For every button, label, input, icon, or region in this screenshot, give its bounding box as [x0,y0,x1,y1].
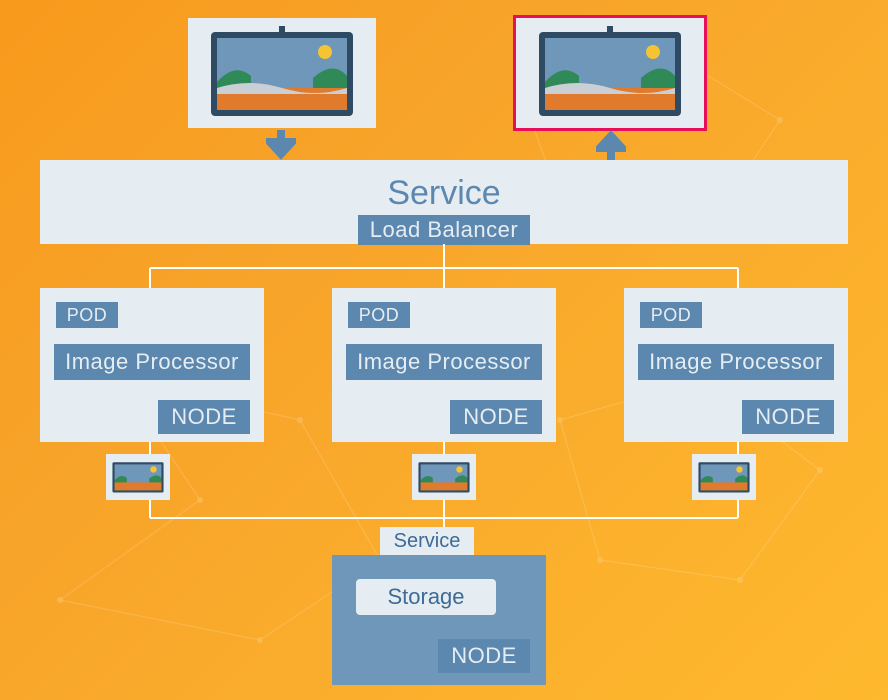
image-processor-label: Image Processor [638,344,834,380]
pod-tag: POD [56,302,118,328]
pod-card-3: POD Image Processor NODE [624,288,848,442]
output-image-card [516,18,704,128]
node-label: NODE [742,400,834,434]
arrow-down-icon [266,130,296,160]
input-image-card [188,18,376,128]
storage-node-card: Storage NODE [332,555,546,685]
pod-tag: POD [640,302,702,328]
mini-image-2 [412,454,476,500]
service-title: Service [40,160,848,213]
service-bar: Service Load Balancer [40,160,848,244]
mini-image-3 [692,454,756,500]
node-label: NODE [158,400,250,434]
load-balancer-label: Load Balancer [358,215,530,245]
image-processor-label: Image Processor [54,344,250,380]
landscape-picture-icon [207,26,357,120]
arrow-up-icon [596,130,626,160]
node-label: NODE [438,639,530,673]
image-processor-label: Image Processor [346,344,542,380]
mini-image-1 [106,454,170,500]
storage-label: Storage [356,579,496,615]
pod-card-2: POD Image Processor NODE [332,288,556,442]
pod-tag: POD [348,302,410,328]
node-label: NODE [450,400,542,434]
pod-card-1: POD Image Processor NODE [40,288,264,442]
landscape-picture-icon [535,26,685,120]
bottom-service-label: Service [380,527,474,555]
